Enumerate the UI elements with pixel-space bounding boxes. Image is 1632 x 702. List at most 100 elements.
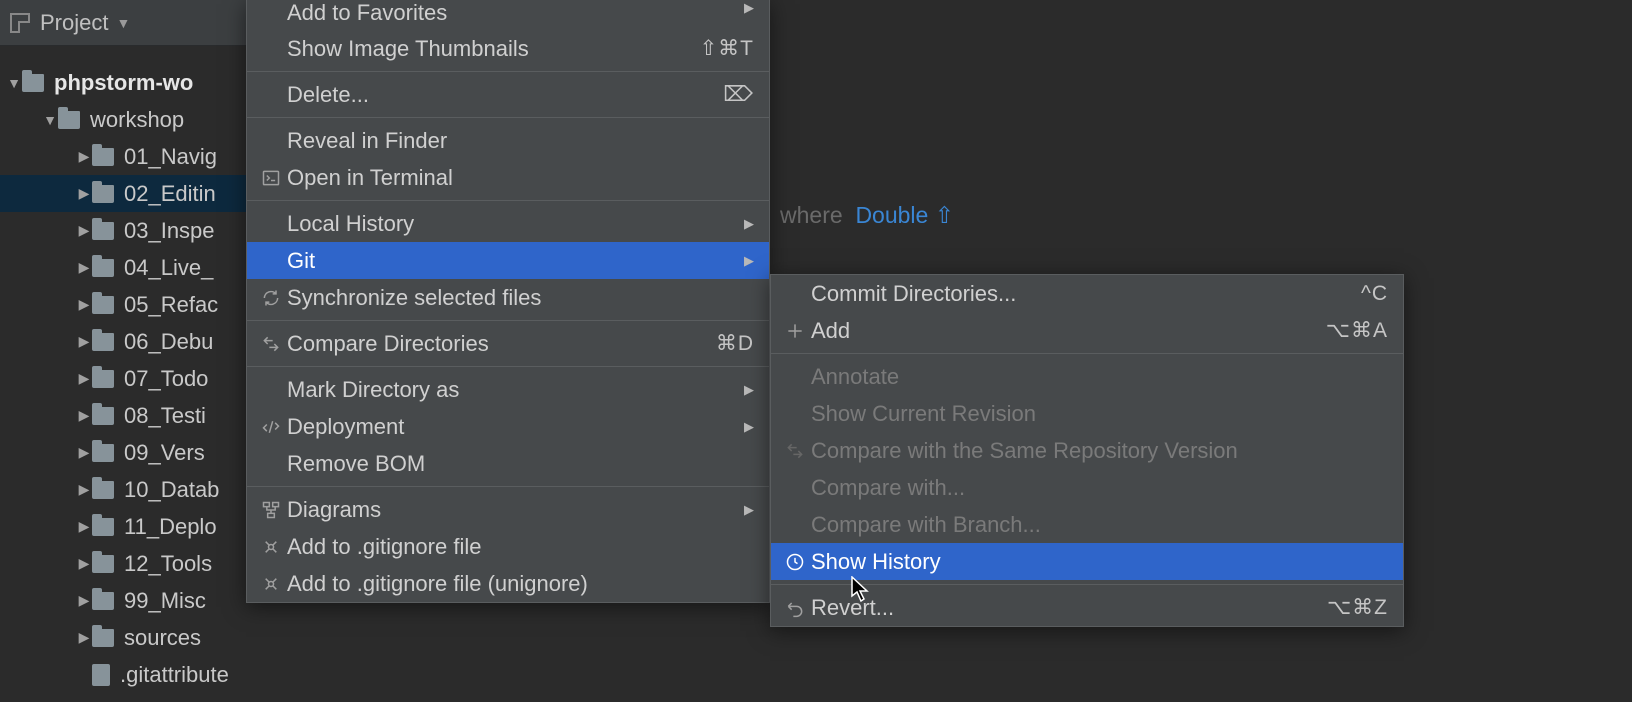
collapse-arrow-icon[interactable]: ▶ <box>76 481 92 498</box>
tree-folder[interactable]: ▶ 01_Navig <box>0 138 260 175</box>
menu-item-add-favorites[interactable]: Add to Favorites ▶ <box>247 0 769 30</box>
menu-item-compare-with: Compare with... <box>771 469 1403 506</box>
shortcut-label: ⌘D <box>716 331 754 356</box>
menu-label: Revert... <box>811 595 1297 621</box>
submenu-arrow-icon: ▶ <box>744 419 754 435</box>
menu-item-commit[interactable]: Commit Directories... ^C <box>771 275 1403 312</box>
menu-label: Add to Favorites <box>287 0 724 26</box>
folder-icon <box>92 185 114 203</box>
search-everywhere-hint: where Double ⇧ <box>780 202 954 229</box>
menu-item-git-add[interactable]: Add ⌥⌘A <box>771 312 1403 349</box>
collapse-arrow-icon[interactable]: ▶ <box>76 333 92 350</box>
tree-folder[interactable]: ▶ 04_Live_ <box>0 249 260 286</box>
folder-icon <box>92 370 114 388</box>
menu-label: Local History <box>287 211 724 237</box>
tree-label: 99_Misc <box>124 588 206 614</box>
menu-item-mark-dir[interactable]: Mark Directory as ▶ <box>247 371 769 408</box>
menu-label: Open in Terminal <box>287 165 754 191</box>
collapse-arrow-icon[interactable]: ▶ <box>76 148 92 165</box>
submenu-arrow-icon: ▶ <box>744 502 754 518</box>
menu-item-diagrams[interactable]: Diagrams ▶ <box>247 491 769 528</box>
menu-item-terminal[interactable]: Open in Terminal <box>247 159 769 196</box>
tree-folder[interactable]: ▼ workshop <box>0 101 260 138</box>
folder-icon <box>92 407 114 425</box>
menu-item-delete[interactable]: Delete... ⌦ <box>247 76 769 113</box>
tree-root[interactable]: ▼ phpstorm-wo <box>0 64 260 101</box>
collapse-arrow-icon[interactable]: ▶ <box>76 555 92 572</box>
collapse-arrow-icon[interactable]: ▶ <box>76 185 92 202</box>
collapse-arrow-icon[interactable]: ▶ <box>76 518 92 535</box>
menu-separator <box>247 117 769 118</box>
tree-label: workshop <box>90 107 184 133</box>
git-submenu: Commit Directories... ^C Add ⌥⌘A Annotat… <box>770 274 1404 627</box>
collapse-arrow-icon[interactable]: ▶ <box>76 407 92 424</box>
tree-label: 11_Deplo <box>124 514 217 540</box>
tree-folder[interactable]: ▶ 99_Misc <box>0 582 260 619</box>
menu-item-show-revision: Show Current Revision <box>771 395 1403 432</box>
tree-folder[interactable]: ▶ 11_Deplo <box>0 508 260 545</box>
tree-file[interactable]: .gitattribute <box>0 656 260 693</box>
history-icon <box>779 552 811 572</box>
tree-folder[interactable]: ▶ sources <box>0 619 260 656</box>
menu-item-deployment[interactable]: Deployment ▶ <box>247 408 769 445</box>
menu-label: Delete... <box>287 82 693 108</box>
collapse-arrow-icon[interactable]: ▶ <box>76 296 92 313</box>
tree-label: 04_Live_ <box>124 255 213 281</box>
menu-label: Add to .gitignore file <box>287 534 754 560</box>
shortcut-label: ⇧⌘T <box>700 36 754 61</box>
menu-item-sync[interactable]: Synchronize selected files <box>247 279 769 316</box>
menu-separator <box>247 200 769 201</box>
menu-label: Remove BOM <box>287 451 754 477</box>
tree-folder[interactable]: ▶ 08_Testi <box>0 397 260 434</box>
menu-separator <box>247 486 769 487</box>
menu-item-remove-bom[interactable]: Remove BOM <box>247 445 769 482</box>
menu-item-show-history[interactable]: Show History <box>771 543 1403 580</box>
tree-label: .gitattribute <box>120 662 229 688</box>
menu-item-thumbnails[interactable]: Show Image Thumbnails ⇧⌘T <box>247 30 769 67</box>
collapse-arrow-icon[interactable]: ▶ <box>76 592 92 609</box>
menu-label: Reveal in Finder <box>287 128 754 154</box>
project-tool-header[interactable]: Project ▼ <box>0 0 250 46</box>
submenu-arrow-icon: ▶ <box>744 253 754 269</box>
tree-label: 05_Refac <box>124 292 218 318</box>
folder-icon <box>58 111 80 129</box>
menu-item-local-history[interactable]: Local History ▶ <box>247 205 769 242</box>
tree-folder[interactable]: ▶ 03_Inspe <box>0 212 260 249</box>
menu-item-gitignore-unignore[interactable]: Add to .gitignore file (unignore) <box>247 565 769 602</box>
tree-folder[interactable]: ▶ 12_Tools <box>0 545 260 582</box>
collapse-arrow-icon[interactable]: ▶ <box>76 222 92 239</box>
tree-folder[interactable]: ▶ 05_Refac <box>0 286 260 323</box>
project-label: Project <box>40 10 108 36</box>
folder-icon <box>92 444 114 462</box>
menu-item-reveal[interactable]: Reveal in Finder <box>247 122 769 159</box>
tree-label: 01_Navig <box>124 144 217 170</box>
compare-icon <box>779 441 811 461</box>
hint-text: where <box>780 202 843 228</box>
tree-folder[interactable]: ▶ 07_Todo <box>0 360 260 397</box>
tree-label: sources <box>124 625 201 651</box>
tree-folder[interactable]: ▶ 06_Debu <box>0 323 260 360</box>
menu-item-gitignore-add[interactable]: Add to .gitignore file <box>247 528 769 565</box>
shortcut-label: ⌥⌘A <box>1326 318 1388 343</box>
collapse-arrow-icon[interactable]: ▶ <box>76 444 92 461</box>
gitignore-icon <box>255 537 287 557</box>
folder-icon <box>92 629 114 647</box>
project-tree[interactable]: ▼ phpstorm-wo ▼ workshop ▶ 01_Navig ▶ 02… <box>0 46 260 693</box>
tree-folder-selected[interactable]: ▶ 02_Editin <box>0 175 260 212</box>
collapse-arrow-icon[interactable]: ▶ <box>76 259 92 276</box>
revert-icon <box>779 598 811 618</box>
expand-arrow-icon[interactable]: ▼ <box>42 112 58 128</box>
tree-label: 08_Testi <box>124 403 206 429</box>
menu-label: Show Image Thumbnails <box>287 36 670 62</box>
collapse-arrow-icon[interactable]: ▶ <box>76 370 92 387</box>
expand-arrow-icon[interactable]: ▼ <box>6 75 22 91</box>
collapse-arrow-icon[interactable]: ▶ <box>76 629 92 646</box>
menu-item-revert[interactable]: Revert... ⌥⌘Z <box>771 589 1403 626</box>
menu-label: Add to .gitignore file (unignore) <box>287 571 754 597</box>
menu-item-compare-dirs[interactable]: Compare Directories ⌘D <box>247 325 769 362</box>
menu-item-git[interactable]: Git ▶ <box>247 242 769 279</box>
tree-label: 06_Debu <box>124 329 213 355</box>
tree-folder[interactable]: ▶ 09_Vers <box>0 434 260 471</box>
terminal-icon <box>255 168 287 188</box>
tree-folder[interactable]: ▶ 10_Datab <box>0 471 260 508</box>
